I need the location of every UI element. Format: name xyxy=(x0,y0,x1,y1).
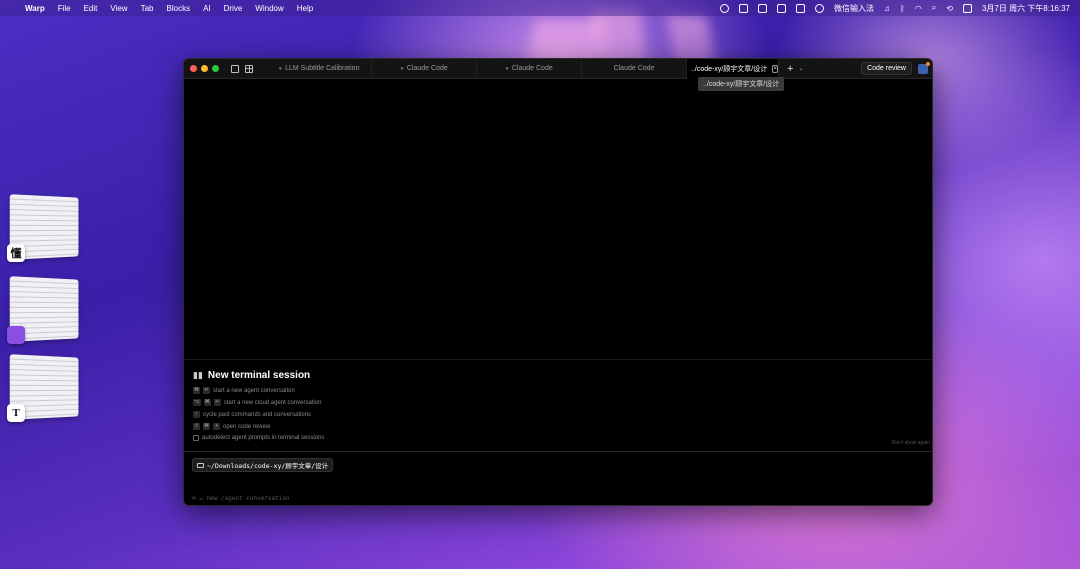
sidebar-toggle-icon[interactable] xyxy=(231,64,239,73)
folder-icon xyxy=(197,462,204,468)
menu-tab[interactable]: Tab xyxy=(141,4,154,13)
tab-llm-subtitle[interactable]: ● LLM Subtitle Calibration xyxy=(267,59,372,79)
new-session-panel: ▮▮ New terminal session ⌘ ↵ start a new … xyxy=(184,359,932,451)
close-window-button[interactable] xyxy=(190,65,197,72)
hint-autodetect[interactable]: autodetect agent prompts in terminal ses… xyxy=(193,435,324,441)
add-tab-button[interactable]: + xyxy=(787,63,793,75)
autodetect-checkbox[interactable] xyxy=(193,435,199,441)
wifi-icon[interactable]: ◠ xyxy=(915,4,922,13)
tab-claude-code-3[interactable]: Claude Code xyxy=(582,59,687,79)
working-directory-chip[interactable]: ~/Downloads/code-xy/顾宇文章/设计 xyxy=(192,458,334,472)
hint-code-review[interactable]: ⇧ ⌘ + open code review xyxy=(193,423,270,430)
zoom-window-button[interactable] xyxy=(212,65,219,72)
stage-window-2[interactable] xyxy=(7,276,84,344)
tab-label: Claude Code xyxy=(511,65,553,72)
hint-text: open code review xyxy=(223,423,271,430)
key-return: ↵ xyxy=(203,387,210,394)
dont-show-again-link[interactable]: Don't show again xyxy=(892,440,930,446)
app-icon-3: T xyxy=(7,404,25,422)
status-app-icon[interactable] xyxy=(738,3,748,13)
session-title: New terminal session xyxy=(207,370,311,381)
status-screen-icon[interactable] xyxy=(757,3,767,13)
tab-status-icon: ● xyxy=(278,65,283,72)
tab-label: Claude Code xyxy=(613,65,655,72)
menu-view[interactable]: View xyxy=(110,4,127,13)
hint-text: start a new agent conversation xyxy=(213,387,295,394)
stage-window-3[interactable]: T xyxy=(7,354,84,422)
key-plus: + xyxy=(213,423,220,430)
tab-claude-code-1[interactable]: ● Claude Code xyxy=(372,59,477,79)
tab-status-icon: ● xyxy=(400,65,404,72)
status-record-icon[interactable] xyxy=(719,3,729,13)
key-option: ⌥ xyxy=(193,399,201,406)
chevron-down-icon[interactable]: ⌄ xyxy=(798,65,803,72)
stage-window-1[interactable]: 懂 xyxy=(7,194,84,262)
menu-app-name[interactable]: Warp xyxy=(25,4,45,13)
key-command: ⌘ xyxy=(203,399,211,406)
hint-cycle-commands[interactable]: ↑ cycle past commands and conversations xyxy=(193,411,311,418)
hint-text: cycle past commands and conversations xyxy=(203,411,312,418)
code-review-button[interactable]: Code review xyxy=(861,62,912,75)
menu-blocks[interactable]: Blocks xyxy=(167,4,191,13)
close-tab-icon[interactable]: × xyxy=(772,64,778,73)
hint-text: start a new cloud agent conversation xyxy=(223,399,322,406)
avatar[interactable] xyxy=(918,61,930,74)
headphones-icon[interactable]: ♫ xyxy=(884,4,890,13)
title-bar: ● LLM Subtitle Calibration ● Claude Code… xyxy=(184,59,932,79)
hint-agent-conversation[interactable]: ⌘ ↵ start a new agent conversation xyxy=(193,387,295,394)
menu-ai[interactable]: AI xyxy=(203,4,211,13)
menu-drive[interactable]: Drive xyxy=(224,4,243,13)
status-clipboard-icon[interactable] xyxy=(795,3,805,13)
tab-bar: ● LLM Subtitle Calibration ● Claude Code… xyxy=(267,59,779,79)
key-command: ⌘ xyxy=(193,387,200,394)
key-shift: ⇧ xyxy=(193,423,200,430)
tab-claude-code-2[interactable]: ● Claude Code xyxy=(477,59,582,79)
tabs-grid-icon[interactable] xyxy=(245,64,253,73)
session-heading: ▮▮ New terminal session xyxy=(193,370,310,381)
clock[interactable]: 3月7日 周六 下午8:16:37 xyxy=(982,3,1070,14)
menu-edit[interactable]: Edit xyxy=(84,4,98,13)
tab-tooltip: ../code-xy/顾宇文章/设计 xyxy=(698,77,785,91)
prompt-placeholder: ⌘ ↵ new /agent conversation xyxy=(192,495,290,502)
hint-cloud-agent[interactable]: ⌥ ⌘ ↵ start a new cloud agent conversati… xyxy=(193,399,322,406)
bluetooth-icon[interactable]: ᛒ xyxy=(900,4,905,13)
tab-label: Claude Code xyxy=(406,65,448,72)
menu-file[interactable]: File xyxy=(58,4,71,13)
key-up: ↑ xyxy=(193,411,200,418)
terminal-session-icon: ▮▮ xyxy=(193,370,203,380)
time-machine-icon[interactable]: ⟲ xyxy=(946,4,953,13)
tab-label: LLM Subtitle Calibration xyxy=(285,65,360,72)
key-command: ⌘ xyxy=(203,423,210,430)
minimize-window-button[interactable] xyxy=(201,65,208,72)
input-method-icon[interactable] xyxy=(814,3,824,13)
input-method-label[interactable]: 微信输入法 xyxy=(834,3,874,14)
working-directory-path: ~/Downloads/code-xy/顾宇文章/设计 xyxy=(207,462,329,470)
menu-window[interactable]: Window xyxy=(255,4,283,13)
input-area[interactable]: ~/Downloads/code-xy/顾宇文章/设计 ⌘ ↵ new /age… xyxy=(184,451,932,505)
traffic-lights xyxy=(184,65,219,72)
status-display-icon[interactable] xyxy=(776,3,786,13)
control-center-icon[interactable] xyxy=(962,3,972,13)
search-icon[interactable]: ⌕ xyxy=(932,3,936,13)
tab-design-folder[interactable]: ../code-xy/顾宇文章/设计 × xyxy=(687,59,779,79)
app-icon-2 xyxy=(7,326,25,344)
tab-label: ../code-xy/顾宇文章/设计 xyxy=(691,65,768,73)
key-return: ↵ xyxy=(213,399,221,406)
tab-status-icon: ● xyxy=(505,65,509,72)
menu-bar: Warp File Edit View Tab Blocks AI Drive … xyxy=(0,0,1080,16)
hint-text: autodetect agent prompts in terminal ses… xyxy=(202,435,325,441)
warp-window: ● LLM Subtitle Calibration ● Claude Code… xyxy=(183,58,933,506)
app-icon-1: 懂 xyxy=(7,244,25,262)
menu-help[interactable]: Help xyxy=(297,4,313,13)
